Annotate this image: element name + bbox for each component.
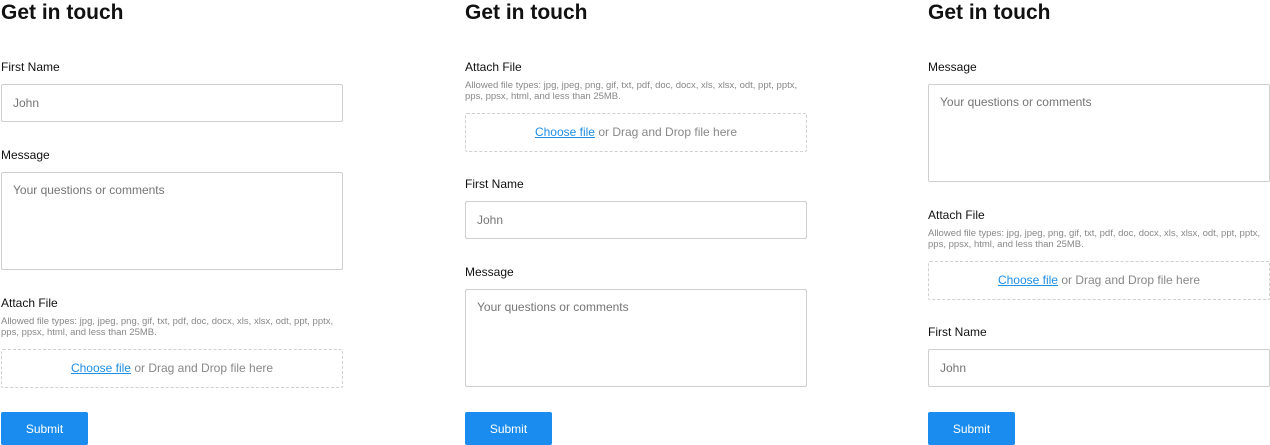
message-textarea[interactable] — [1, 172, 343, 270]
allowed-file-types-text: Allowed file types: jpg, jpeg, png, gif,… — [1, 316, 334, 338]
file-drop-zone[interactable]: Choose file or Drag and Drop file here — [1, 349, 343, 388]
file-drop-zone[interactable]: Choose file or Drag and Drop file here — [928, 261, 1270, 300]
allowed-file-types-text: Allowed file types: jpg, jpeg, png, gif,… — [928, 228, 1261, 250]
message-label: Message — [465, 265, 514, 279]
form-title: Get in touch — [928, 1, 1051, 24]
first-name-input[interactable] — [465, 201, 807, 239]
message-label: Message — [928, 60, 977, 74]
contact-form-2: Get in touch Attach File Allowed file ty… — [465, 0, 807, 445]
first-name-input[interactable] — [1, 84, 343, 122]
allowed-file-types-text: Allowed file types: jpg, jpeg, png, gif,… — [465, 80, 798, 102]
form-title: Get in touch — [465, 1, 588, 24]
attach-file-label: Attach File — [928, 208, 985, 222]
drop-text: or Drag and Drop file here — [594, 125, 738, 139]
message-textarea[interactable] — [465, 289, 807, 387]
choose-file-link[interactable]: Choose file — [71, 361, 131, 375]
first-name-label: First Name — [928, 325, 987, 339]
file-drop-zone[interactable]: Choose file or Drag and Drop file here — [465, 113, 807, 152]
first-name-label: First Name — [465, 177, 524, 191]
submit-button[interactable]: Submit — [928, 412, 1015, 445]
choose-file-link[interactable]: Choose file — [535, 125, 595, 139]
message-label: Message — [1, 148, 50, 162]
contact-form-1: Get in touch First Name Message Attach F… — [1, 0, 343, 445]
drop-text: or Drag and Drop file here — [1057, 273, 1201, 287]
attach-file-label: Attach File — [1, 296, 58, 310]
submit-button[interactable]: Submit — [465, 412, 552, 445]
contact-form-3: Get in touch Message Attach File Allowed… — [928, 0, 1270, 445]
first-name-label: First Name — [1, 60, 60, 74]
submit-button[interactable]: Submit — [1, 412, 88, 445]
choose-file-link[interactable]: Choose file — [998, 273, 1058, 287]
attach-file-label: Attach File — [465, 60, 522, 74]
drop-text: or Drag and Drop file here — [130, 361, 274, 375]
message-textarea[interactable] — [928, 84, 1270, 182]
form-title: Get in touch — [1, 1, 124, 24]
first-name-input[interactable] — [928, 349, 1270, 387]
